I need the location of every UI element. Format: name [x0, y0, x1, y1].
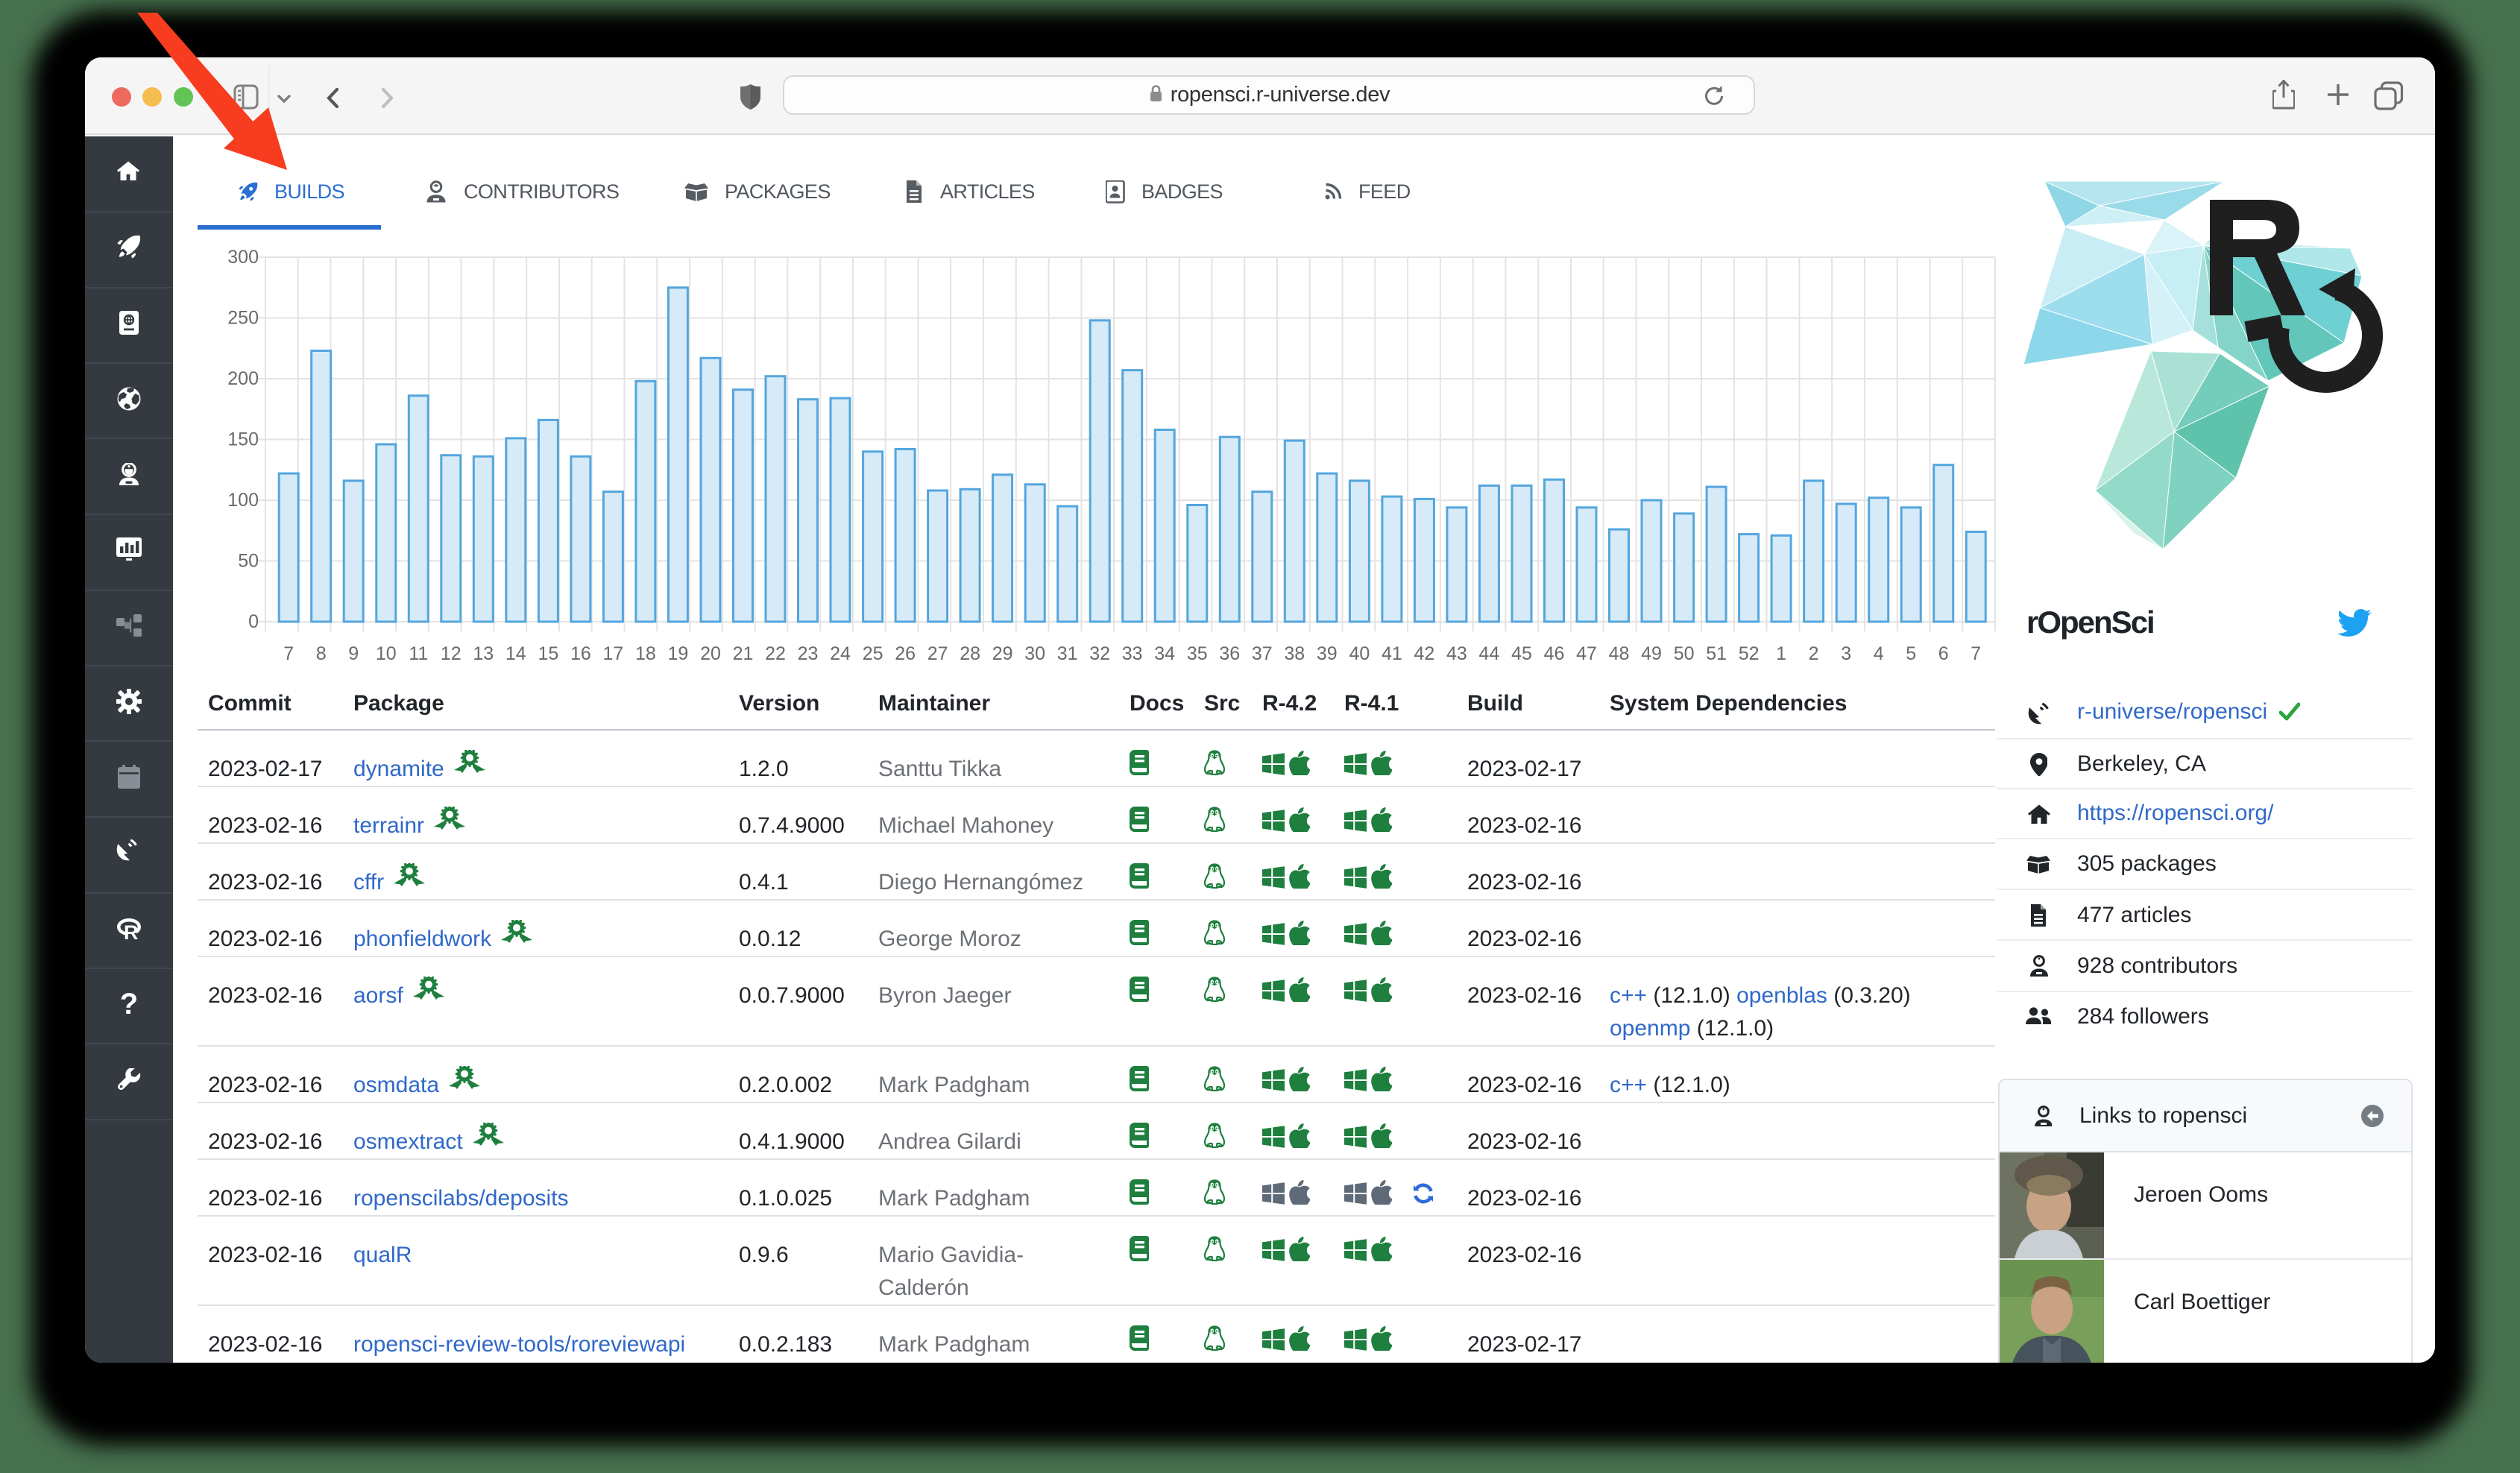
svg-text:15: 15 — [538, 643, 558, 664]
svg-text:33: 33 — [1122, 643, 1143, 664]
svg-text:4: 4 — [1874, 643, 1884, 664]
svg-text:23: 23 — [798, 643, 819, 664]
svg-text:250: 250 — [227, 308, 259, 329]
svg-text:200: 200 — [227, 368, 259, 389]
svg-text:2: 2 — [1809, 643, 1819, 664]
svg-text:7: 7 — [283, 643, 294, 664]
svg-text:24: 24 — [830, 643, 851, 664]
svg-text:27: 27 — [927, 643, 948, 664]
svg-text:18: 18 — [635, 643, 656, 664]
svg-text:40: 40 — [1349, 643, 1370, 664]
svg-text:13: 13 — [473, 643, 494, 664]
svg-text:10: 10 — [376, 643, 397, 664]
svg-text:35: 35 — [1187, 643, 1208, 664]
svg-text:19: 19 — [667, 643, 688, 664]
svg-text:21: 21 — [733, 643, 754, 664]
svg-text:41: 41 — [1382, 643, 1402, 664]
svg-text:31: 31 — [1057, 643, 1078, 664]
svg-text:150: 150 — [227, 429, 259, 450]
svg-text:20: 20 — [700, 643, 721, 664]
svg-text:34: 34 — [1154, 643, 1175, 664]
svg-text:9: 9 — [348, 643, 359, 664]
svg-text:28: 28 — [960, 643, 980, 664]
svg-text:50: 50 — [1674, 643, 1695, 664]
svg-text:30: 30 — [1024, 643, 1045, 664]
svg-text:51: 51 — [1706, 643, 1727, 664]
svg-text:46: 46 — [1544, 643, 1565, 664]
svg-text:50: 50 — [238, 551, 259, 572]
svg-text:14: 14 — [505, 643, 526, 664]
svg-text:52: 52 — [1739, 643, 1760, 664]
svg-text:36: 36 — [1219, 643, 1240, 664]
svg-text:300: 300 — [227, 247, 259, 268]
svg-text:5: 5 — [1906, 643, 1916, 664]
svg-text:45: 45 — [1511, 643, 1532, 664]
svg-text:38: 38 — [1284, 643, 1305, 664]
svg-text:49: 49 — [1641, 643, 1662, 664]
svg-text:100: 100 — [227, 490, 259, 511]
svg-text:6: 6 — [1938, 643, 1949, 664]
svg-text:26: 26 — [895, 643, 916, 664]
svg-text:42: 42 — [1414, 643, 1434, 664]
svg-text:37: 37 — [1252, 643, 1273, 664]
svg-text:32: 32 — [1089, 643, 1110, 664]
svg-text:17: 17 — [602, 643, 623, 664]
svg-text:43: 43 — [1446, 643, 1467, 664]
svg-text:22: 22 — [765, 643, 786, 664]
svg-text:29: 29 — [992, 643, 1013, 664]
svg-text:39: 39 — [1317, 643, 1338, 664]
svg-text:11: 11 — [409, 643, 428, 664]
svg-text:16: 16 — [570, 643, 591, 664]
svg-text:1: 1 — [1776, 643, 1786, 664]
svg-text:44: 44 — [1478, 643, 1499, 664]
svg-text:47: 47 — [1576, 643, 1597, 664]
svg-text:12: 12 — [441, 643, 462, 664]
svg-text:25: 25 — [863, 643, 883, 664]
svg-text:R: R — [124, 921, 139, 940]
svg-text:7: 7 — [1971, 643, 1981, 664]
svg-text:3: 3 — [1841, 643, 1851, 664]
svg-text:8: 8 — [316, 643, 327, 664]
svg-text:0: 0 — [248, 611, 259, 632]
svg-text:48: 48 — [1609, 643, 1630, 664]
